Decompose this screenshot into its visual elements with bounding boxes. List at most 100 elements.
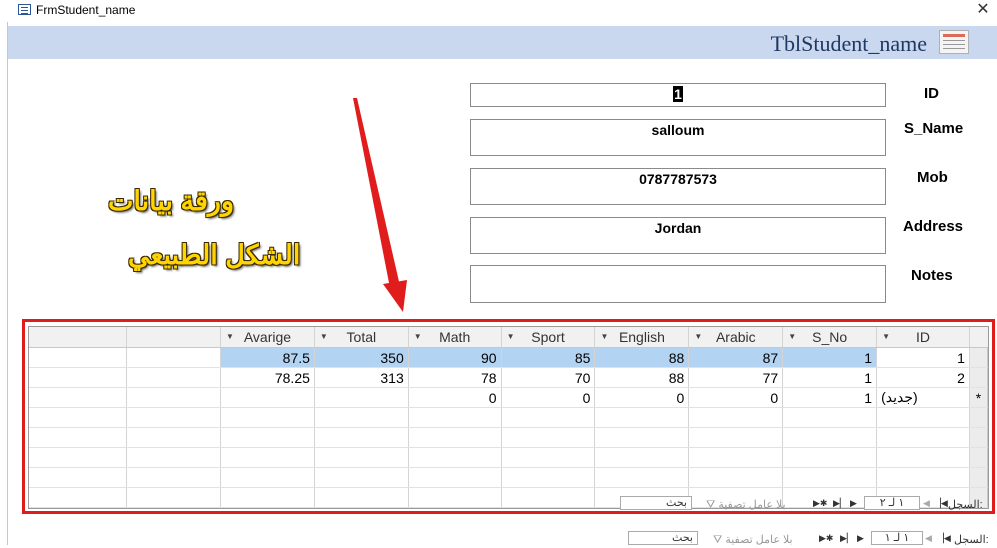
chevron-down-icon[interactable]: ▼ — [507, 332, 515, 341]
record-selector[interactable] — [969, 347, 988, 368]
grid-cell[interactable] — [314, 407, 409, 428]
table-row[interactable]: 78.25 313 78 70 88 77 1 2 — [29, 367, 988, 388]
grid-cell[interactable]: 350 — [314, 347, 409, 368]
table-row[interactable] — [29, 467, 988, 488]
chevron-down-icon[interactable]: ▼ — [226, 332, 234, 341]
grid-cell[interactable] — [408, 447, 502, 468]
notes-field[interactable] — [470, 265, 886, 303]
grid-cell[interactable]: 78.25 — [220, 367, 315, 388]
column-header[interactable]: ▼ Sport — [501, 327, 596, 348]
grid-cell[interactable]: 0 — [408, 387, 502, 408]
grid-cell[interactable] — [220, 487, 315, 508]
chevron-down-icon[interactable]: ▼ — [788, 332, 796, 341]
grid-cell[interactable] — [501, 427, 596, 448]
grid-cell[interactable] — [408, 407, 502, 428]
table-row[interactable]: 87.5 350 90 85 88 87 1 1 — [29, 347, 988, 368]
grid-cell[interactable] — [688, 407, 784, 428]
grid-cell[interactable] — [220, 427, 315, 448]
grid-cell[interactable] — [594, 427, 690, 448]
record-selector[interactable] — [969, 407, 988, 428]
main-record-position[interactable]: ١ لـ ١ — [871, 531, 923, 545]
grid-cell[interactable] — [408, 427, 502, 448]
subform-datasheet[interactable]: ▼ Avarige ▼ Total ▼ Math ▼ Sport ▼ English ▼ Arabic… — [28, 326, 989, 509]
grid-cell[interactable] — [501, 447, 596, 468]
grid-cell[interactable]: 78 — [408, 367, 502, 388]
column-header[interactable]: ▼ S_No — [782, 327, 878, 348]
record-selector[interactable] — [969, 447, 988, 468]
address-field[interactable]: Jordan — [470, 217, 886, 254]
grid-cell[interactable]: 90 — [408, 347, 502, 368]
table-row[interactable] — [29, 427, 988, 448]
column-header[interactable]: ▼ Avarige — [220, 327, 315, 348]
grid-cell[interactable] — [501, 467, 596, 488]
prev-record-icon[interactable]: ◀ — [925, 533, 932, 544]
grid-cell[interactable] — [782, 427, 878, 448]
grid-cell[interactable] — [876, 427, 970, 448]
next-record-icon[interactable]: ▶ — [850, 498, 857, 509]
grid-cell[interactable] — [314, 467, 409, 488]
grid-cell[interactable] — [501, 407, 596, 428]
grid-cell[interactable]: 85 — [501, 347, 596, 368]
chevron-down-icon[interactable]: ▼ — [882, 332, 890, 341]
main-search-box[interactable]: بحث — [628, 531, 698, 545]
grid-cell[interactable] — [594, 447, 690, 468]
grid-cell[interactable]: 0 — [594, 387, 690, 408]
grid-cell[interactable]: 1 — [876, 347, 970, 368]
new-record-icon[interactable]: ▶✱ — [813, 498, 827, 509]
grid-cell[interactable] — [220, 387, 315, 408]
last-record-icon[interactable]: ▶▏ — [833, 498, 847, 509]
first-record-icon[interactable]: ▕◀ — [934, 498, 948, 509]
column-header[interactable]: ▼ Arabic — [688, 327, 784, 348]
grid-cell[interactable] — [782, 407, 878, 428]
grid-cell[interactable]: 88 — [594, 347, 690, 368]
grid-cell[interactable] — [408, 467, 502, 488]
grid-cell[interactable]: (جديد) — [876, 387, 970, 408]
chevron-down-icon[interactable]: ▼ — [694, 332, 702, 341]
table-row[interactable] — [29, 447, 988, 468]
grid-cell[interactable]: 70 — [501, 367, 596, 388]
grid-cell[interactable] — [876, 467, 970, 488]
grid-cell[interactable]: 87 — [688, 347, 784, 368]
grid-cell[interactable]: 88 — [594, 367, 690, 388]
grid-cell[interactable] — [782, 447, 878, 468]
column-header[interactable]: ▼ Total — [314, 327, 409, 348]
grid-cell[interactable]: 0 — [688, 387, 784, 408]
mob-field[interactable]: 0787787573 — [470, 168, 886, 205]
grid-cell[interactable] — [501, 487, 596, 508]
column-header[interactable]: ▼ ID — [876, 327, 970, 348]
chevron-down-icon[interactable]: ▼ — [320, 332, 328, 341]
grid-cell[interactable] — [594, 467, 690, 488]
next-record-icon[interactable]: ▶ — [857, 533, 864, 544]
record-selector[interactable]: * — [969, 387, 988, 408]
subform-record-position[interactable]: ١ لـ ٢ — [864, 496, 920, 510]
grid-cell[interactable]: 2 — [876, 367, 970, 388]
grid-cell[interactable] — [594, 407, 690, 428]
grid-cell[interactable] — [314, 427, 409, 448]
grid-cell[interactable] — [220, 407, 315, 428]
grid-cell[interactable]: 87.5 — [220, 347, 315, 368]
table-row[interactable]: 0 0 0 0 1 (جديد) * — [29, 387, 988, 408]
grid-cell[interactable] — [408, 487, 502, 508]
prev-record-icon[interactable]: ◀ — [923, 498, 930, 509]
column-header[interactable]: ▼ English — [594, 327, 690, 348]
grid-cell[interactable]: 313 — [314, 367, 409, 388]
grid-cell[interactable] — [876, 407, 970, 428]
grid-cell[interactable] — [688, 447, 784, 468]
table-row[interactable] — [29, 407, 988, 428]
close-button[interactable]: ✕ — [970, 0, 996, 20]
grid-cell[interactable] — [220, 467, 315, 488]
new-record-icon[interactable]: ▶✱ — [819, 533, 833, 544]
column-header[interactable]: ▼ Math — [408, 327, 502, 348]
grid-cell[interactable] — [688, 427, 784, 448]
select-all-corner[interactable] — [969, 327, 988, 348]
record-selector[interactable] — [969, 467, 988, 488]
subform-filter-status[interactable]: ⛛ بلا عامل تصفية — [706, 498, 786, 512]
first-record-icon[interactable]: ▕◀ — [937, 533, 951, 544]
record-selector[interactable] — [969, 427, 988, 448]
id-field[interactable]: 1 — [470, 83, 886, 107]
last-record-icon[interactable]: ▶▏ — [840, 533, 854, 544]
grid-cell[interactable] — [314, 487, 409, 508]
grid-cell[interactable] — [220, 447, 315, 468]
grid-cell[interactable] — [782, 467, 878, 488]
chevron-down-icon[interactable]: ▼ — [414, 332, 422, 341]
